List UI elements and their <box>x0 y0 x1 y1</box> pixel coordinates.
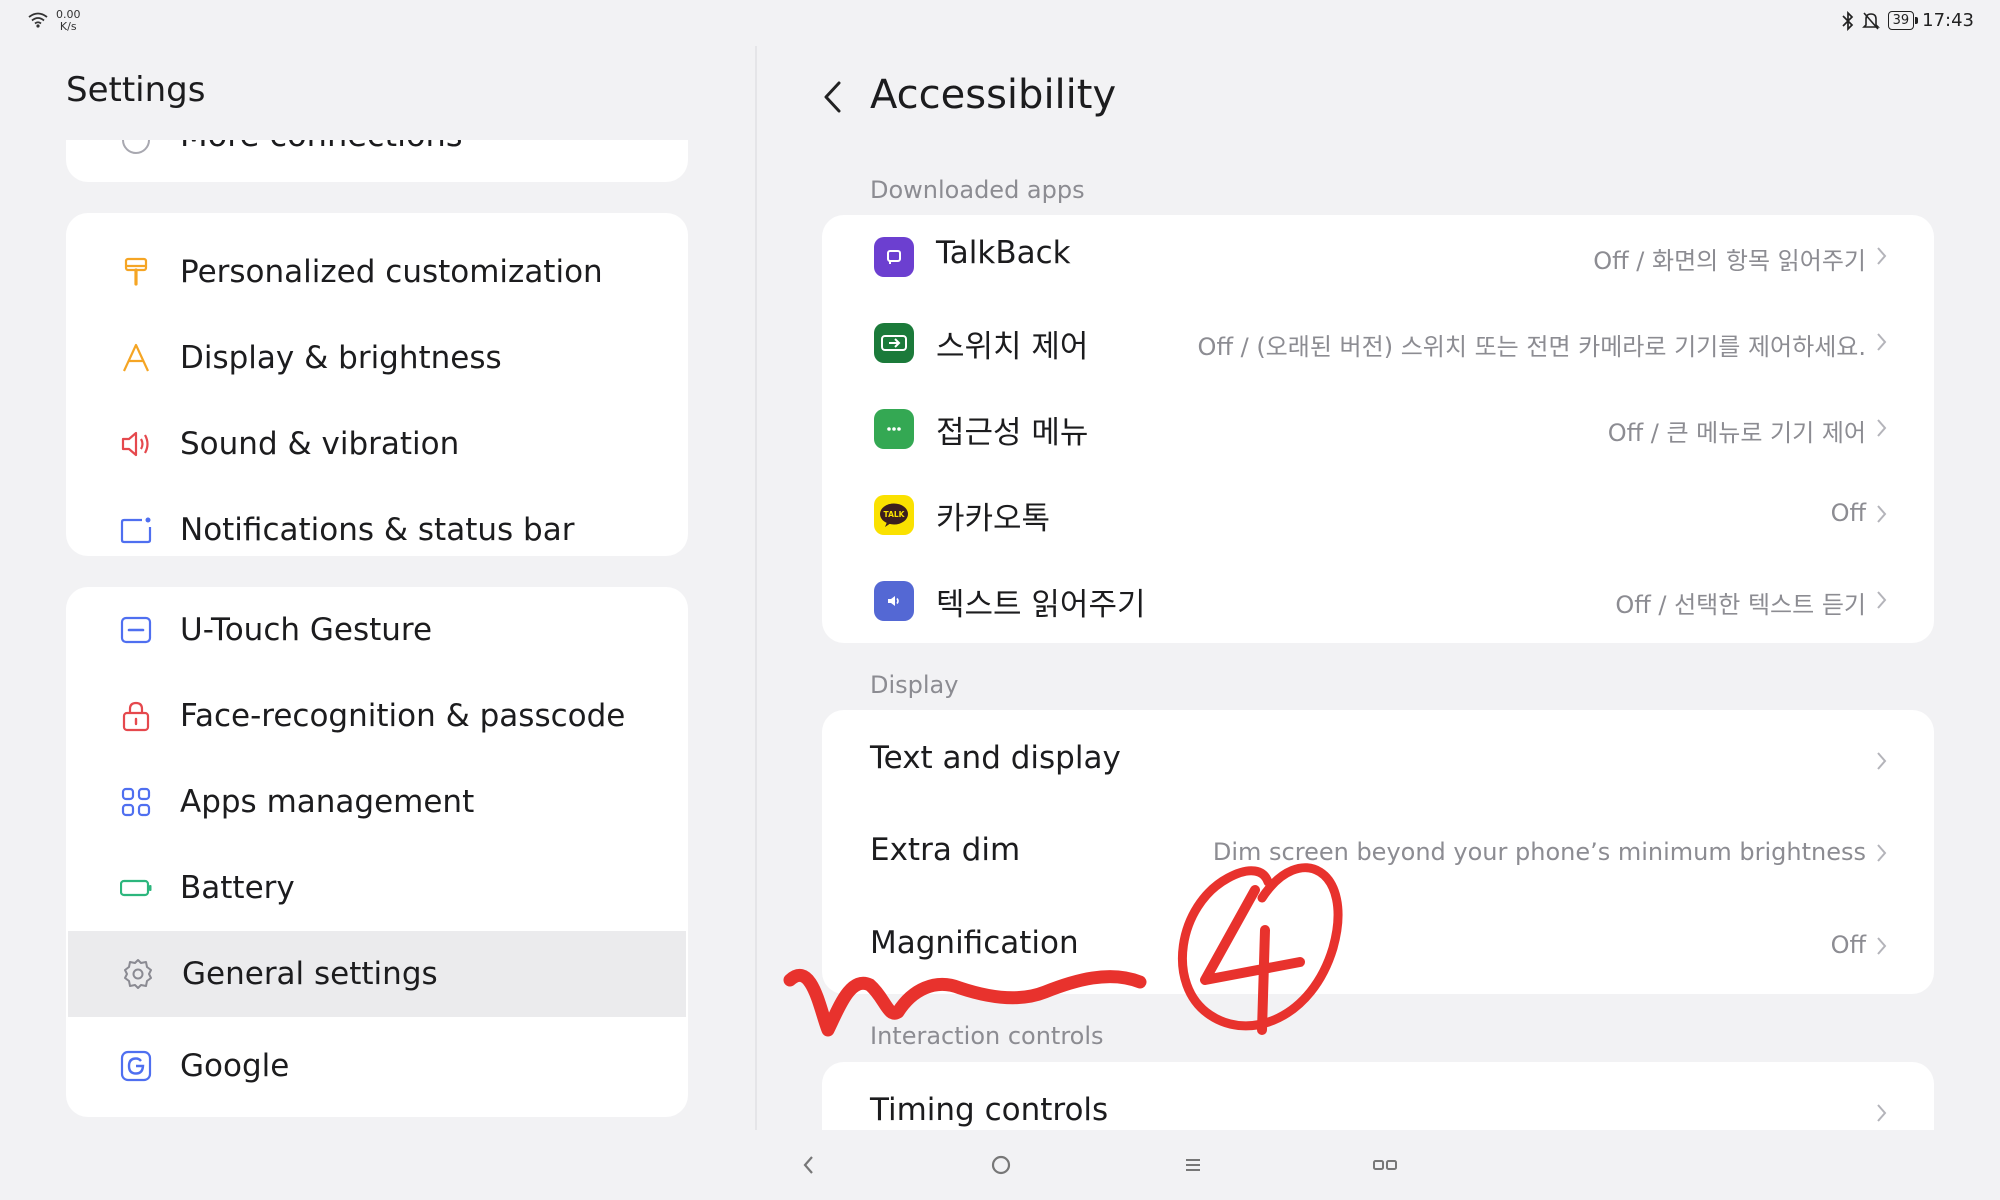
row-label: 카카오톡 <box>936 501 1051 537</box>
nav-menu-icon[interactable] <box>1178 1150 1208 1180</box>
accessibility-panel: Accessibility Downloaded apps TalkBack O… <box>757 0 2000 1130</box>
talkback-icon <box>874 237 914 277</box>
nav-home-icon[interactable] <box>986 1150 1016 1180</box>
chevron-right-icon <box>1877 752 1887 770</box>
sidebar-item-sound-vibration[interactable]: Sound & vibration <box>66 401 688 487</box>
sidebar-item-label: General settings <box>182 956 438 992</box>
chevron-right-icon <box>1877 844 1887 862</box>
chevron-right-icon <box>1877 247 1887 265</box>
row-switch-control[interactable]: 스위치 제어 Off / (오래된 버전) 스위치 또는 전면 카메라로 기기를… <box>822 301 1934 385</box>
row-value: Off / 큰 메뉴로 기기 제어 <box>1607 419 1866 447</box>
row-label: TalkBack <box>936 235 1071 271</box>
switch-control-icon <box>874 323 914 363</box>
row-label: Timing controls <box>870 1092 1109 1128</box>
gear-icon <box>124 959 152 989</box>
sidebar-item-label: Sound & vibration <box>180 426 460 462</box>
row-value: Off / 화면의 항목 읽어주기 <box>1593 247 1866 275</box>
row-text-and-display[interactable]: Text and display <box>822 720 1934 804</box>
lock-icon <box>122 701 150 732</box>
downloaded-apps-card: TalkBack Off / 화면의 항목 읽어주기 스위치 제어 Off / … <box>822 215 1934 643</box>
settings-sidebar: Settings More connections Personalized c… <box>0 0 755 1130</box>
sidebar-item-label: Face-recognition & passcode <box>180 698 626 734</box>
row-value: Off <box>1830 499 1866 527</box>
apps-grid-icon <box>121 787 151 817</box>
settings-title: Settings <box>66 70 206 110</box>
sidebar-item-notifications-status-bar[interactable]: Notifications & status bar <box>66 487 688 556</box>
sidebar-item-label: Personalized customization <box>180 254 603 290</box>
row-label: 스위치 제어 <box>936 329 1089 365</box>
row-label: 텍스트 읽어주기 <box>936 587 1146 623</box>
row-value: Off / 선택한 텍스트 듣기 <box>1615 591 1866 619</box>
row-extra-dim[interactable]: Extra dim Dim screen beyond your phone’s… <box>822 812 1934 896</box>
sidebar-item-general-settings[interactable]: General settings <box>68 931 686 1017</box>
row-label: 접근성 메뉴 <box>936 415 1089 451</box>
sidebar-item-display-brightness[interactable]: Display & brightness <box>66 315 688 401</box>
sidebar-item-label: Apps management <box>180 784 475 820</box>
letter-a-icon <box>123 343 149 372</box>
sidebar-item-face-recognition-passcode[interactable]: Face-recognition & passcode <box>66 673 688 759</box>
display-card: Text and display Extra dim Dim screen be… <box>822 710 1934 994</box>
notification-icon <box>120 517 152 544</box>
chevron-right-icon <box>1877 1104 1887 1122</box>
chevron-right-icon <box>1877 505 1887 523</box>
sidebar-item-more-connections[interactable]: More connections <box>66 140 688 182</box>
row-value: Off / (오래된 버전) 스위치 또는 전면 카메라로 기기를 제어하세요. <box>1197 333 1866 361</box>
sidebar-item-label: Display & brightness <box>180 340 502 376</box>
section-header-display: Display <box>870 671 959 699</box>
row-timing-controls[interactable]: Timing controls <box>822 1072 1934 1130</box>
row-accessibility-menu[interactable]: 접근성 메뉴 Off / 큰 메뉴로 기기 제어 <box>822 387 1934 471</box>
sidebar-item-label: Google <box>180 1048 290 1084</box>
battery-icon <box>120 879 152 897</box>
section-header-interaction-controls: Interaction controls <box>870 1022 1104 1050</box>
sidebar-item-u-touch-gesture[interactable]: U-Touch Gesture <box>66 587 688 673</box>
accessibility-menu-icon <box>874 409 914 449</box>
kakaotalk-icon: TALK <box>874 495 914 535</box>
interaction-controls-card: Timing controls <box>822 1062 1934 1130</box>
sidebar-item-battery[interactable]: Battery <box>66 845 688 931</box>
sidebar-item-label: Notifications & status bar <box>180 512 575 548</box>
paint-brush-icon <box>124 257 148 286</box>
kakaotalk-icon-text: TALK <box>884 510 906 519</box>
speaker-icon <box>121 431 149 457</box>
chevron-right-icon <box>1877 937 1887 955</box>
sidebar-item-personalized-customization[interactable]: Personalized customization <box>66 229 688 315</box>
nav-back-icon[interactable] <box>794 1150 824 1180</box>
more-connections-icon <box>122 140 150 154</box>
sidebar-item-apps-management[interactable]: Apps management <box>66 759 688 845</box>
sidebar-group-appearance: Personalized customization Display & bri… <box>66 213 688 556</box>
sidebar-item-label: More connections <box>180 140 462 154</box>
google-icon <box>120 1050 152 1082</box>
row-label: Extra dim <box>870 832 1021 868</box>
back-arrow-icon[interactable] <box>819 78 849 116</box>
sidebar-item-google[interactable]: Google <box>66 1023 688 1109</box>
nav-recents-icon[interactable] <box>1370 1150 1400 1180</box>
row-kakaotalk[interactable]: TALK 카카오톡 Off <box>822 473 1934 557</box>
row-value: Dim screen beyond your phone’s minimum b… <box>1212 838 1866 866</box>
sidebar-item-label: Battery <box>180 870 295 906</box>
chevron-right-icon <box>1877 591 1887 609</box>
row-label: Text and display <box>870 740 1121 776</box>
select-to-speak-icon <box>874 581 914 621</box>
sidebar-group-system: U-Touch Gesture Face-recognition & passc… <box>66 587 688 1117</box>
gesture-icon <box>120 616 152 644</box>
section-header-downloaded-apps: Downloaded apps <box>870 176 1085 204</box>
row-select-to-speak[interactable]: 텍스트 읽어주기 Off / 선택한 텍스트 듣기 <box>822 559 1934 643</box>
page-title: Accessibility <box>870 72 1117 118</box>
row-talkback[interactable]: TalkBack Off / 화면의 항목 읽어주기 <box>822 215 1934 299</box>
chevron-right-icon <box>1877 333 1887 351</box>
row-label: Magnification <box>870 925 1079 961</box>
chevron-right-icon <box>1877 419 1887 437</box>
row-value: Off <box>1830 931 1866 959</box>
navigation-bar <box>0 1130 2000 1200</box>
sidebar-item-label: U-Touch Gesture <box>180 612 433 648</box>
row-magnification[interactable]: Magnification Off <box>822 905 1934 989</box>
